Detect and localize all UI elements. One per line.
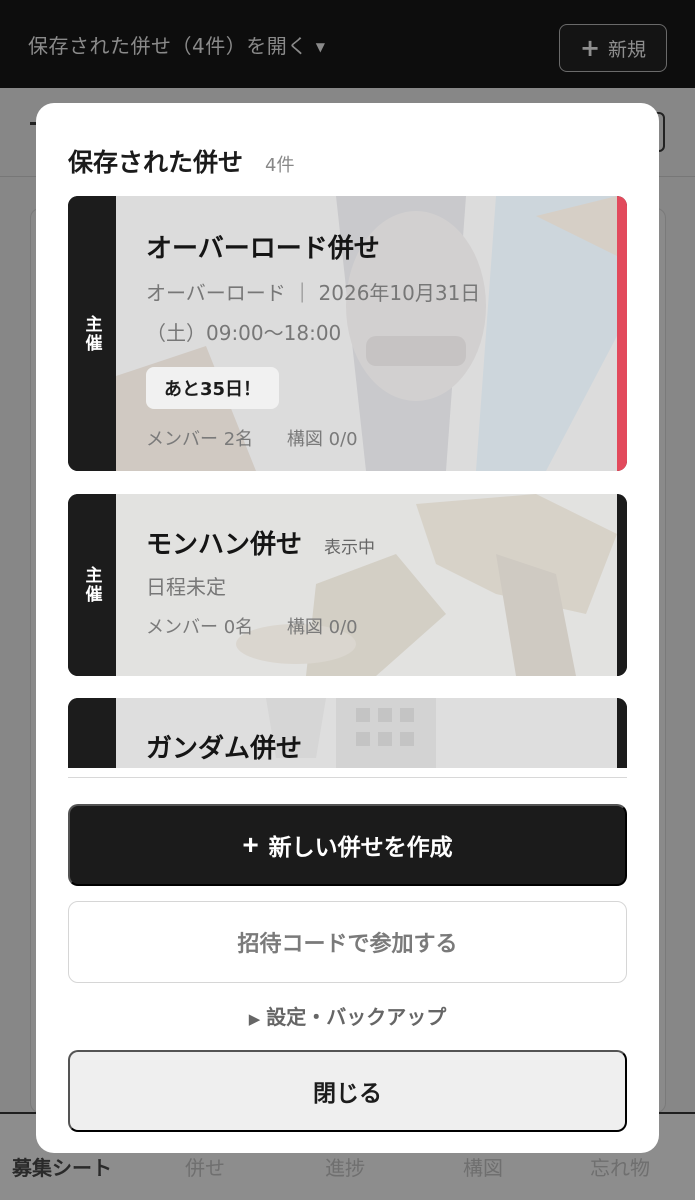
triangle-right-icon: ▶ — [248, 1010, 261, 1028]
saved-sessions-modal: 保存された併せ 4件 主催 オーバーロード併せ オーバーロード ｜ 2026年1… — [36, 103, 659, 1153]
host-tag: 主催 — [68, 196, 116, 471]
active-state-label: 表示中 — [324, 538, 376, 558]
join-with-code-button[interactable]: 招待コードで参加する — [68, 901, 627, 983]
composition-count: 構図 0/0 — [286, 617, 358, 638]
host-tag-label: 主催 — [81, 566, 102, 604]
nav-item-composition[interactable]: 構図 — [463, 1152, 503, 1181]
session-card-overlord[interactable]: 主催 オーバーロード併せ オーバーロード ｜ 2026年10月31日 （土）09… — [68, 196, 627, 471]
member-count: メンバー 2名 — [146, 429, 254, 450]
card-title-text: ガンダム併せ — [146, 734, 303, 764]
nav-item-progress[interactable]: 進捗 — [325, 1152, 365, 1181]
settings-backup-label: 設定・バックアップ — [266, 1005, 447, 1029]
card-title-text: モンハン併せ — [146, 530, 303, 560]
nav-item-recruit[interactable]: 募集シート — [12, 1152, 112, 1181]
list-divider — [68, 777, 627, 778]
card-title: ガンダム併せ — [146, 728, 607, 765]
plus-icon: + — [242, 829, 259, 860]
card-accent-bar — [617, 698, 627, 768]
session-card-monhun[interactable]: 主催 モンハン併せ 表示中 日程未定 メンバー 0名 構図 0/0 — [68, 494, 627, 676]
saved-sessions-dropdown[interactable]: 保存された併せ（4件）を開く ▼ — [28, 30, 325, 59]
card-stats: メンバー 2名 構図 0/0 — [146, 425, 607, 451]
modal-header: 保存された併せ 4件 — [68, 143, 294, 179]
modal-count: 4件 — [265, 155, 295, 176]
saved-sessions-label: 保存された併せ（4件）を開く — [28, 34, 308, 58]
close-label: 閉じる — [313, 1080, 382, 1106]
card-stats: メンバー 0名 構図 0/0 — [146, 613, 607, 639]
card-content: ガンダム併せ — [146, 698, 607, 765]
card-subtitle: 日程未定 — [146, 567, 607, 607]
caret-down-icon: ▼ — [315, 40, 326, 54]
session-card-gundam[interactable]: ガンダム併せ — [68, 698, 627, 768]
countdown-badge: あと35日！ — [146, 367, 280, 409]
card-subtitle-line1: 日程未定 — [146, 575, 226, 599]
member-count: メンバー 0名 — [146, 617, 254, 638]
modal-title: 保存された併せ — [68, 148, 244, 177]
nav-item-awase[interactable]: 併せ — [185, 1152, 225, 1181]
countdown-row: あと35日！ — [146, 367, 607, 409]
card-content: モンハン併せ 表示中 日程未定 メンバー 0名 構図 0/0 — [146, 494, 607, 639]
card-subtitle-line1: オーバーロード ｜ 2026年10月31日 — [146, 281, 481, 305]
card-title-text: オーバーロード併せ — [146, 234, 380, 264]
card-accent-bar — [617, 494, 627, 676]
composition-count: 構図 0/0 — [286, 429, 358, 450]
join-with-code-label: 招待コードで参加する — [237, 931, 458, 956]
card-title: オーバーロード併せ — [146, 228, 607, 265]
nav-item-belongings[interactable]: 忘れ物 — [590, 1152, 650, 1181]
close-button[interactable]: 閉じる — [68, 1050, 627, 1132]
card-content: オーバーロード併せ オーバーロード ｜ 2026年10月31日 （土）09:00… — [146, 196, 607, 451]
card-subtitle: オーバーロード ｜ 2026年10月31日 （土）09:00〜18:00 — [146, 273, 607, 353]
new-button[interactable]: + 新規 — [559, 24, 667, 72]
card-subtitle-line2: （土）09:00〜18:00 — [146, 321, 342, 345]
create-new-session-button[interactable]: + 新しい併せを作成 — [68, 804, 627, 886]
card-accent-bar — [617, 196, 627, 471]
host-tag — [68, 698, 116, 768]
app-header: 保存された併せ（4件）を開く ▼ + 新規 — [0, 0, 695, 88]
plus-icon: + — [579, 34, 601, 62]
card-title: モンハン併せ 表示中 — [146, 524, 607, 561]
host-tag-label: 主催 — [81, 314, 102, 353]
create-new-session-label: 新しい併せを作成 — [268, 834, 453, 860]
settings-backup-toggle[interactable]: ▶ 設定・バックアップ — [36, 1001, 659, 1030]
host-tag: 主催 — [68, 494, 116, 676]
session-list[interactable]: 主催 オーバーロード併せ オーバーロード ｜ 2026年10月31日 （土）09… — [68, 196, 627, 768]
new-button-label: 新規 — [608, 38, 647, 61]
